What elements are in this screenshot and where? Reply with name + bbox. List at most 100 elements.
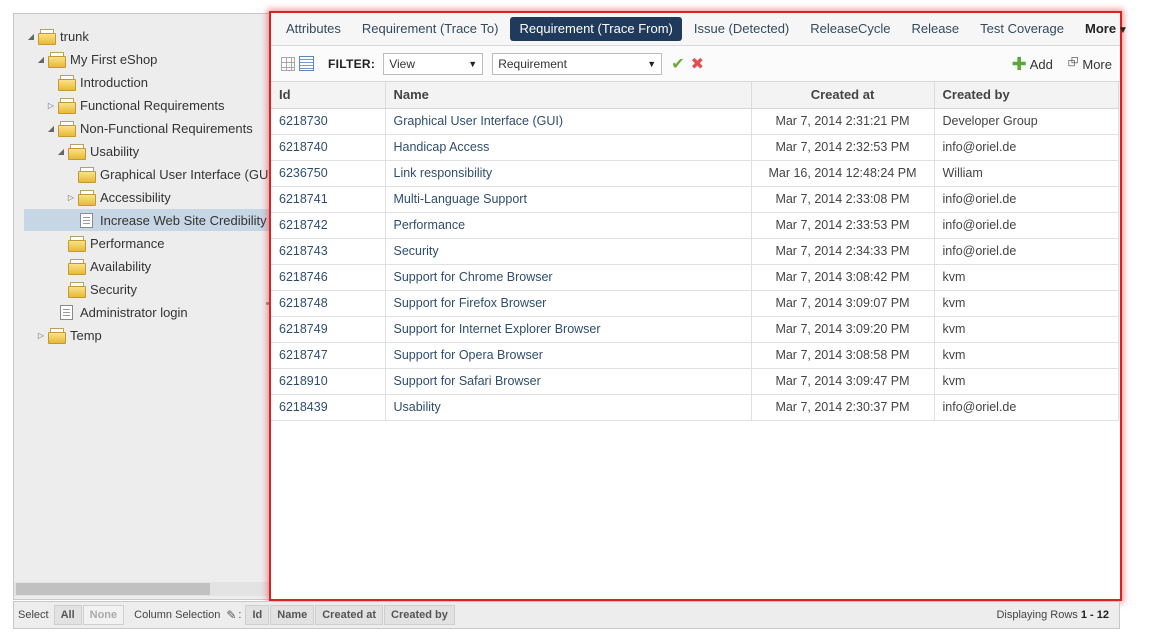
cell-created-at: Mar 7, 2014 3:09:20 PM <box>751 316 935 343</box>
tree-horizontal-scrollbar[interactable] <box>14 582 269 596</box>
tab-releasecycle[interactable]: ReleaseCycle <box>801 17 899 41</box>
column-button-created-at[interactable]: Created at <box>315 605 384 625</box>
cell-name[interactable]: Support for Chrome Browser <box>385 264 752 291</box>
tree-node[interactable]: ◢ My First eShop <box>36 48 157 70</box>
tab-attributes[interactable]: Attributes <box>277 17 350 41</box>
column-header-name[interactable]: Name <box>385 82 752 109</box>
table-row[interactable]: 6218439 Usability Mar 7, 2014 2:30:37 PM in… <box>271 394 1119 421</box>
tree-node[interactable]: Performance <box>56 232 164 254</box>
cell-name[interactable]: Support for Internet Explorer Browser <box>385 316 752 343</box>
tree-node[interactable]: ▷ Temp <box>36 324 102 346</box>
cell-id[interactable]: 6218746 <box>271 264 386 291</box>
tab-requirement-trace-to[interactable]: Requirement (Trace To) <box>353 17 508 41</box>
tree-node[interactable]: ▷ Accessibility <box>66 186 171 208</box>
tree-node[interactable]: Security <box>56 278 137 300</box>
folder-icon <box>78 167 96 183</box>
column-header-created-at[interactable]: Created at <box>751 82 935 109</box>
cell-id[interactable]: 6218748 <box>271 290 386 317</box>
column-header-created-by[interactable]: Created by <box>934 82 1119 109</box>
table-row[interactable]: 6218743 Security Mar 7, 2014 2:34:33 PM inf… <box>271 238 1119 265</box>
tree-toggle-icon[interactable]: ▷ <box>66 193 76 202</box>
type-select[interactable]: Requirement ▼ <box>492 52 663 75</box>
cell-name[interactable]: Handicap Access <box>385 134 752 161</box>
displaying-rows-range: 1 - 12 <box>1080 609 1109 621</box>
cell-created-by: kvm <box>934 290 1119 317</box>
cell-id[interactable]: 6218747 <box>271 342 386 369</box>
cell-name[interactable]: Support for Firefox Browser <box>385 290 752 317</box>
more-actions-icon[interactable]: ⮺ <box>1068 53 1079 75</box>
table-row[interactable]: 6218741 Multi-Language Support Mar 7, 2014… <box>271 186 1119 213</box>
cell-id[interactable]: 6218742 <box>271 212 386 239</box>
more-actions-button[interactable]: More <box>1082 57 1112 72</box>
grid-view-icon[interactable] <box>281 56 295 71</box>
cell-name[interactable]: Support for Safari Browser <box>385 368 752 395</box>
tree-node[interactable]: Increase Web Site Credibility <box>24 209 269 231</box>
tree-node[interactable]: ▷ Functional Requirements <box>46 94 225 116</box>
tree-node[interactable]: ◢ Usability <box>56 140 139 162</box>
table-row[interactable]: 6218747 Support for Opera Browser Mar 7, 2… <box>271 342 1119 369</box>
tree-node-label: Functional Requirements <box>80 97 225 113</box>
tree-node[interactable]: ◢ Non-Functional Requirements <box>46 117 253 139</box>
tab-more[interactable]: More ▼ <box>1076 17 1137 41</box>
list-view-icon[interactable] <box>299 56 314 71</box>
table-row[interactable]: 6218910 Support for Safari Browser Mar 7, … <box>271 368 1119 395</box>
tree-node-label: Increase Web Site Credibility <box>100 212 267 228</box>
cell-name[interactable]: Usability <box>385 394 752 421</box>
cell-id[interactable]: 6218749 <box>271 316 386 343</box>
cell-id[interactable]: 6218910 <box>271 368 386 395</box>
tree-node[interactable]: Graphical User Interface (GUI) <box>66 163 269 185</box>
cell-created-by: kvm <box>934 342 1119 369</box>
view-select-value: View <box>389 56 415 71</box>
cell-id[interactable]: 6218439 <box>271 394 386 421</box>
table-row[interactable]: 6218748 Support for Firefox Browser Mar 7,… <box>271 290 1119 317</box>
tree-node[interactable]: Administrator login <box>46 301 188 323</box>
cell-created-at: Mar 7, 2014 2:33:08 PM <box>751 186 935 213</box>
apply-filter-check-icon[interactable]: ✔ <box>671 54 684 74</box>
pencil-icon[interactable]: ✎ <box>226 608 236 622</box>
column-button-name[interactable]: Name <box>270 605 315 625</box>
tab-requirement-trace-from[interactable]: Requirement (Trace From) <box>510 17 682 41</box>
column-button-created-by[interactable]: Created by <box>384 605 455 625</box>
cell-id[interactable]: 6218730 <box>271 108 386 135</box>
table-row[interactable]: 6218730 Graphical User Interface (GUI) Mar… <box>271 108 1119 135</box>
view-select[interactable]: View ▼ <box>383 52 484 75</box>
cell-name[interactable]: Link responsibility <box>385 160 752 187</box>
cell-name[interactable]: Performance <box>385 212 752 239</box>
folder-icon <box>78 190 96 206</box>
table-row[interactable]: 6218749 Support for Internet Explorer Bro… <box>271 316 1119 343</box>
cell-name[interactable]: Graphical User Interface (GUI) <box>385 108 752 135</box>
clear-filter-x-icon[interactable]: ✖ <box>691 54 704 74</box>
tab-issue-detected[interactable]: Issue (Detected) <box>685 17 798 41</box>
cell-name[interactable]: Security <box>385 238 752 265</box>
table-row[interactable]: 6236750 Link responsibility Mar 16, 2014 1… <box>271 160 1119 187</box>
cell-id[interactable]: 6218740 <box>271 134 386 161</box>
cell-created-by: info@oriel.de <box>934 238 1119 265</box>
tree-node-label: My First eShop <box>70 51 158 67</box>
table-row[interactable]: 6218742 Performance Mar 7, 2014 2:33:53 PM… <box>271 212 1119 239</box>
select-none-button[interactable]: None <box>82 605 125 625</box>
tree-toggle-icon[interactable]: ◢ <box>46 124 56 133</box>
tree-toggle-icon[interactable]: ◢ <box>26 32 36 41</box>
tree-node[interactable]: Introduction <box>46 71 148 93</box>
column-button-id[interactable]: Id <box>245 605 270 625</box>
select-all-button[interactable]: All <box>53 605 82 625</box>
tree-toggle-icon[interactable]: ◢ <box>36 55 46 64</box>
tree-toggle-icon[interactable]: ◢ <box>56 147 66 156</box>
add-button[interactable]: Add <box>1030 57 1053 72</box>
cell-name[interactable]: Multi-Language Support <box>385 186 752 213</box>
tree-node[interactable]: ◢ trunk <box>26 25 89 47</box>
tab-test-coverage[interactable]: Test Coverage <box>971 17 1073 41</box>
table-row[interactable]: 6218740 Handicap Access Mar 7, 2014 2:32:5… <box>271 134 1119 161</box>
cell-name[interactable]: Support for Opera Browser <box>385 342 752 369</box>
tree-scrollbar-thumb[interactable] <box>16 583 210 595</box>
tree-toggle-icon[interactable]: ▷ <box>46 101 56 110</box>
add-plus-icon[interactable]: ✚ <box>1012 55 1027 73</box>
cell-id[interactable]: 6236750 <box>271 160 386 187</box>
tree-node[interactable]: Availability <box>56 255 151 277</box>
cell-id[interactable]: 6218743 <box>271 238 386 265</box>
tab-release[interactable]: Release <box>902 17 968 41</box>
column-header-id[interactable]: Id <box>271 82 386 109</box>
table-row[interactable]: 6218746 Support for Chrome Browser Mar 7, … <box>271 264 1119 291</box>
cell-id[interactable]: 6218741 <box>271 186 386 213</box>
tree-toggle-icon[interactable]: ▷ <box>36 331 46 340</box>
